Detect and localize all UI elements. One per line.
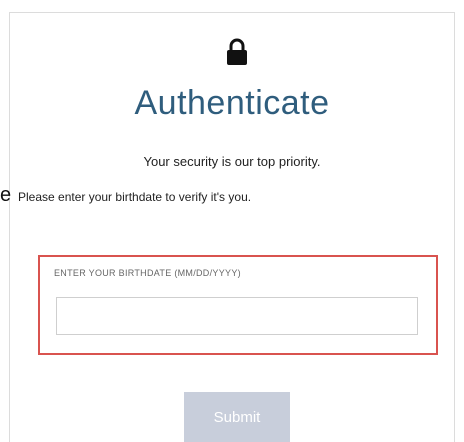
lock-icon: [227, 38, 247, 65]
subtitle-line-2: Please enter your birthdate to verify it…: [18, 190, 252, 204]
auth-card: [9, 12, 455, 442]
submit-button[interactable]: Submit: [184, 392, 290, 442]
subtitle-line-1: Your security is our top priority.: [143, 154, 321, 169]
page: Authenticate Your security is our top pr…: [0, 0, 464, 442]
birthdate-label: ENTER YOUR BIRTHDATE (MM/DD/YYYY): [54, 268, 241, 278]
page-title: Authenticate: [134, 84, 330, 122]
birthdate-input[interactable]: [56, 297, 418, 335]
stray-letter: e: [0, 184, 12, 206]
birthdate-field-group: ENTER YOUR BIRTHDATE (MM/DD/YYYY): [38, 255, 438, 355]
